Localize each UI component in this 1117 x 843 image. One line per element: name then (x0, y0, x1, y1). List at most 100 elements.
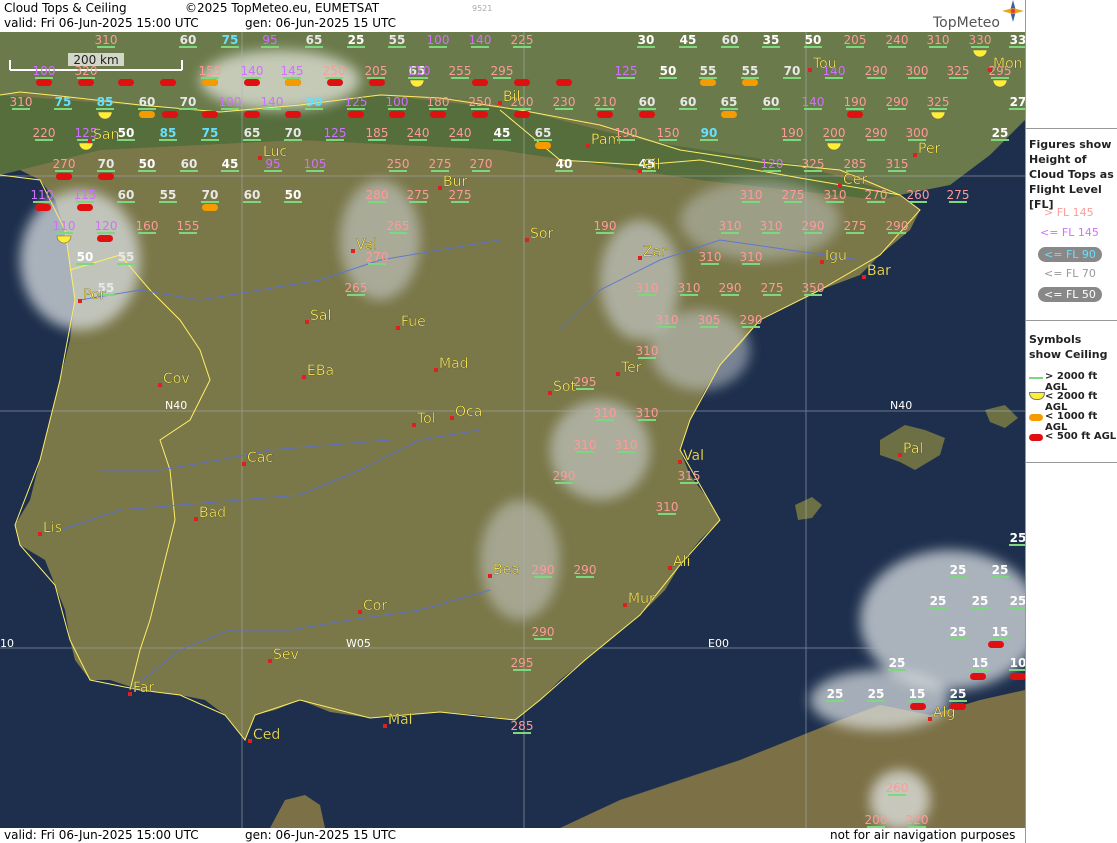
cloud-top-value: 90 (306, 95, 323, 109)
cloud-top-value: 290 (532, 563, 555, 577)
city-label: Val (356, 237, 377, 253)
ceiling-red-marker (77, 204, 93, 211)
cloud-top-value: 55 (742, 64, 759, 78)
ceiling-red-marker (369, 79, 385, 86)
cloud-top-value: 300 (906, 126, 929, 140)
cloud-top-value: 290 (886, 219, 909, 233)
city-marker (808, 68, 812, 72)
city-label: Luc (263, 144, 287, 160)
grid-label-e00: E00 (708, 637, 729, 650)
cloud-top-value: 270 (53, 157, 76, 171)
legend-symbol-lt1000: < 1000 ft AGL (1026, 411, 1117, 433)
city-marker (194, 517, 198, 521)
cloud-top-value: 70 (202, 188, 219, 202)
city-marker (88, 139, 92, 143)
cloud-top-value: 45 (222, 157, 239, 171)
cloud-top-value: 190 (844, 95, 867, 109)
cloud-top-value: 100 (33, 64, 56, 78)
cloud-top-value: 110 (53, 219, 76, 233)
cloud-top-value: 75 (55, 95, 72, 109)
cloud-top-value: 225 (511, 33, 534, 47)
cloud-top-value: 160 (136, 219, 159, 233)
cloud-top-value: 50 (118, 126, 135, 140)
cloud-top-value: 315 (678, 469, 701, 483)
cloud-top-value: 10 (1010, 656, 1025, 670)
cloud-top-value: 325 (927, 95, 950, 109)
city-label: Per (918, 141, 941, 157)
cloud-top-value: 55 (700, 64, 717, 78)
cloud-top-value: 140 (469, 33, 492, 47)
city-label: Pam (591, 132, 621, 148)
cloud-top-value: 33 (1010, 33, 1025, 47)
ceiling-red-marker (244, 79, 260, 86)
city-marker (586, 144, 590, 148)
city-label: Tou (812, 56, 837, 72)
cloud-top-value: 120 (761, 157, 784, 171)
city-label: Cov (163, 371, 190, 387)
city-label: Mur (628, 591, 655, 607)
cloud-top-value: 240 (407, 126, 430, 140)
city-label: Cac (247, 450, 273, 466)
city-label: Pal (903, 441, 923, 457)
cloud-top-value: 200 (823, 126, 846, 140)
cloud-top-value: 25 (950, 625, 967, 639)
cloud-top-value: 310 (656, 500, 679, 514)
city-marker (668, 566, 672, 570)
city-label: Ali (673, 554, 690, 570)
cloud-top-value: 75 (222, 33, 239, 47)
legend-label-le90: <= FL 90 (1038, 247, 1102, 262)
cloud-top-value: 15 (972, 656, 989, 670)
cloud-top-value: 60 (244, 188, 261, 202)
cloud-top-value: 310 (574, 438, 597, 452)
city-label: San (93, 127, 119, 143)
cloud-top-value: 310 (699, 250, 722, 264)
city-marker (913, 153, 917, 157)
cloud-top-value: 310 (656, 313, 679, 327)
legend-item-le145: <= FL 145 (1026, 226, 1117, 242)
cloud-top-value: 240 (449, 126, 472, 140)
ceiling-red-marker (556, 79, 572, 86)
ceiling-orange-marker (721, 111, 737, 118)
cloud-top-value: 305 (698, 313, 721, 327)
cloud-top-value: 105 (304, 157, 327, 171)
map-canvas: 200 km N40 N40 W05 E00 10 310 60 75 95 65 25 5… (0, 32, 1025, 828)
cloud-top-value: 25 (992, 126, 1009, 140)
cloud-top-value: 30 (638, 33, 655, 47)
cloud-top-value: 210 (594, 95, 617, 109)
city-marker (898, 453, 902, 457)
cloud-top-value: 25 (972, 594, 989, 608)
grid-label-n40-right: N40 (890, 399, 912, 412)
legend-item-le50: <= FL 50 (1026, 287, 1117, 303)
ceiling-red-marker (970, 673, 986, 680)
cloud-top-value: 310 (10, 95, 33, 109)
ceiling-red-marker (56, 173, 72, 180)
city-marker (396, 326, 400, 330)
city-label: Ced (253, 727, 280, 743)
ceiling-red-marker (118, 79, 134, 86)
cloud-top-value: 140 (241, 64, 264, 78)
cloud-top-value: 250 (469, 95, 492, 109)
city-label: Cor (363, 598, 387, 614)
cloud-top-value: 285 (511, 719, 534, 733)
cloud-top-value: 205 (844, 33, 867, 47)
footer: valid: Fri 06-Jun-2025 15:00 UTC gen: 06… (0, 828, 1025, 843)
cloud-top-value: 310 (760, 219, 783, 233)
cloud-top-value: 150 (657, 126, 680, 140)
ceiling-orange-marker (285, 79, 301, 86)
cloud-top-value: 325 (802, 157, 825, 171)
cloud-top-value: 125 (345, 95, 368, 109)
cloud-top-value: 290 (802, 219, 825, 233)
ceiling-red-marker (202, 111, 218, 118)
cloud-top-value: 25 (868, 687, 885, 701)
city-label: Cer (843, 172, 867, 188)
satellite-map[interactable]: 200 km N40 N40 W05 E00 10 310 60 75 95 65 25 5… (0, 32, 1025, 828)
ceiling-red-marker (472, 111, 488, 118)
legend-label-le50: <= FL 50 (1038, 287, 1102, 302)
legend-separator-2 (1026, 320, 1117, 321)
cloud-top-value: 50 (660, 64, 677, 78)
legend-label-le145: <= FL 145 (1040, 226, 1099, 239)
ceiling-red-marker (98, 173, 114, 180)
cloud-top-value: 15 (992, 625, 1009, 639)
ceiling-red-marker (472, 79, 488, 86)
cloud-top-value: 155 (199, 64, 222, 78)
